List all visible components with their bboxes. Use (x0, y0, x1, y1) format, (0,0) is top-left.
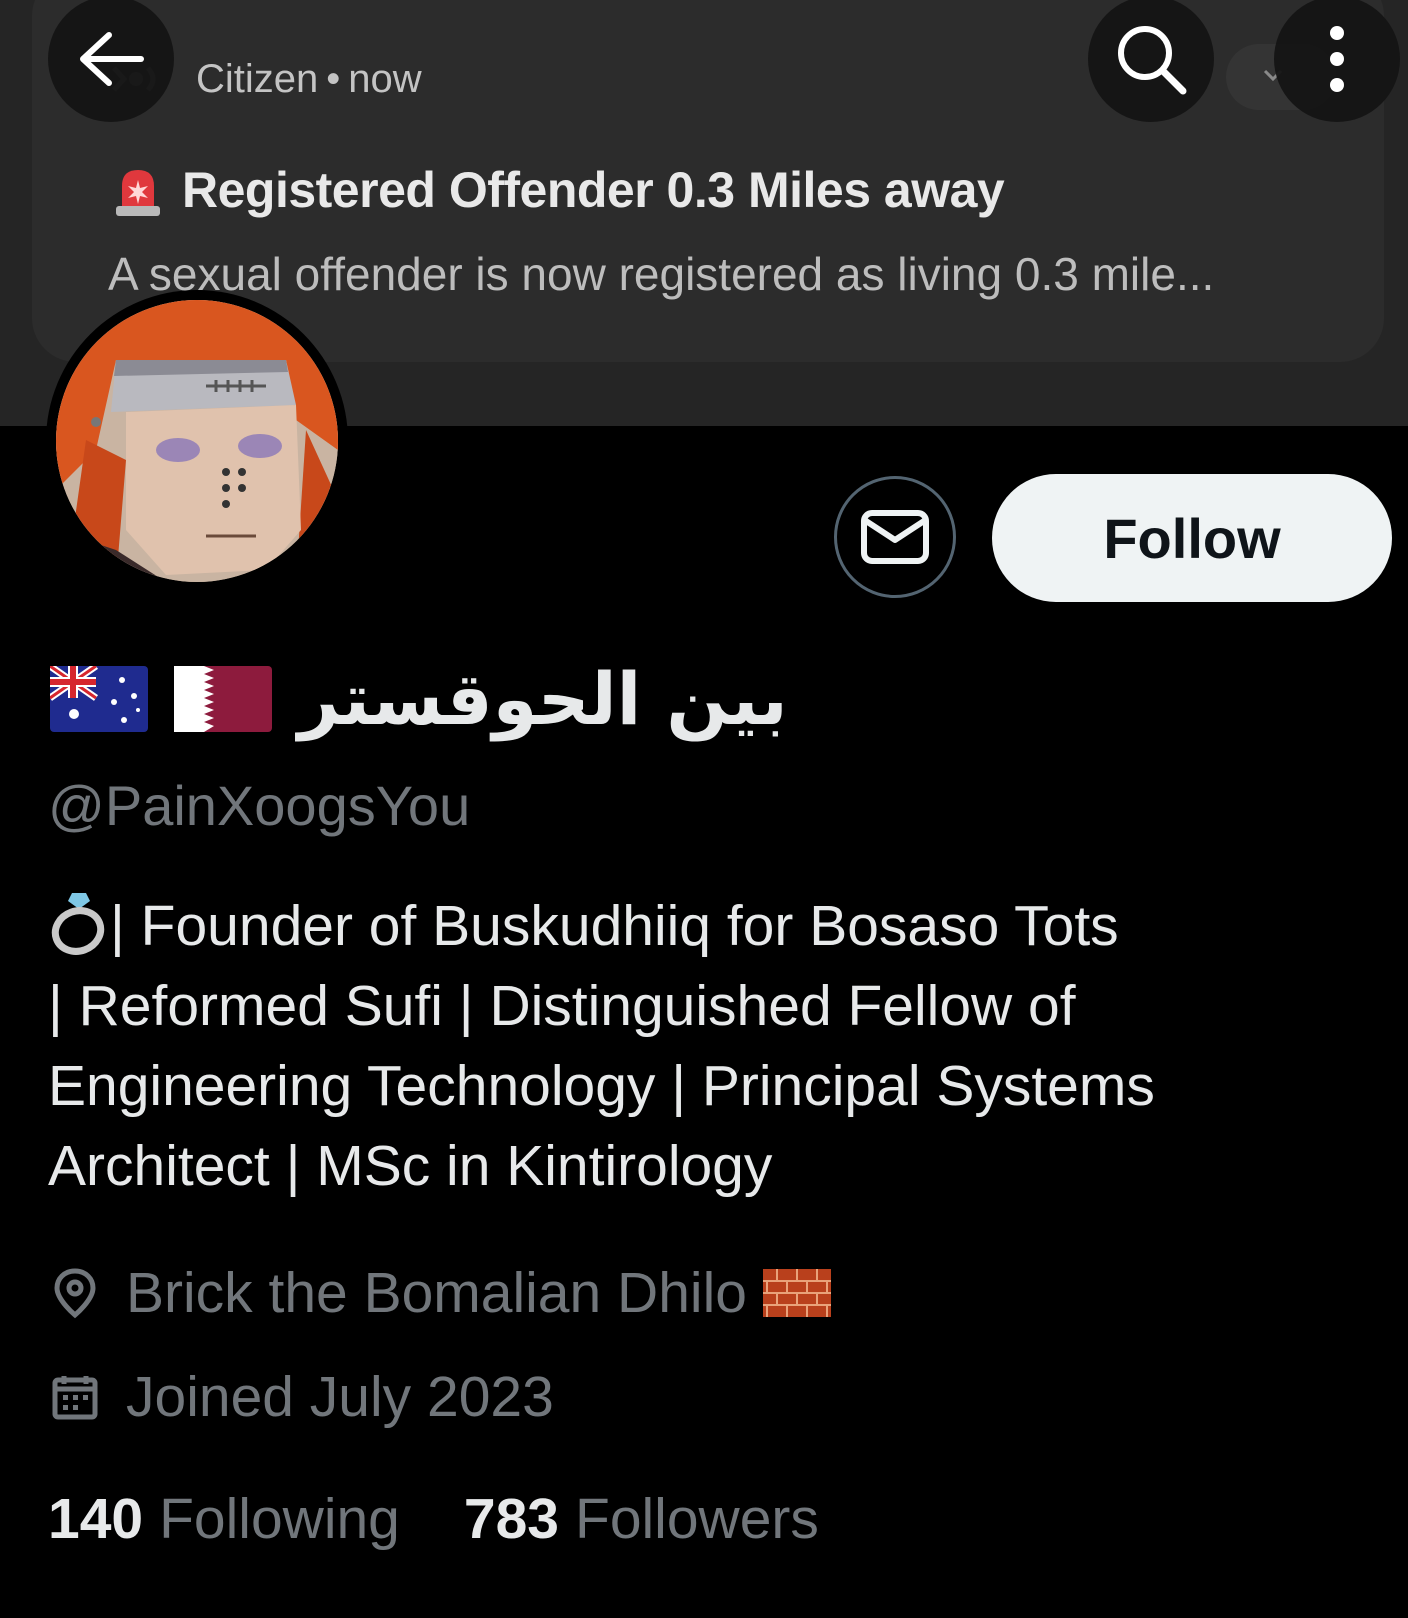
notification-body: A sexual offender is now registered as l… (108, 248, 1215, 300)
bio-line-4: Architect | MSc in Kintirology (48, 1134, 773, 1198)
notification-separator: • (326, 57, 341, 101)
more-options-button[interactable] (1274, 0, 1400, 122)
ring-icon (51, 893, 105, 955)
profile-joined-date: Joined July 2023 (52, 1362, 554, 1432)
avatar-image (56, 300, 338, 582)
envelope-icon (861, 510, 929, 564)
profile-location: Brick the Bomalian Dhilo (52, 1258, 831, 1328)
following-count: 140 (48, 1487, 144, 1551)
search-button[interactable] (1088, 0, 1214, 122)
notification-title-row: Registered Offender 0.3 Miles away (112, 160, 1005, 220)
following-link[interactable]: 140 Following (48, 1484, 400, 1554)
following-label: Following (159, 1487, 400, 1551)
back-button[interactable] (48, 0, 174, 122)
calendar-icon (52, 1376, 98, 1420)
search-icon (1118, 26, 1187, 95)
qatar-flag (174, 666, 272, 732)
display-name-row: بين الحوقستر (50, 644, 788, 754)
siren-icon (116, 170, 160, 216)
follow-button[interactable]: Follow (992, 474, 1392, 602)
followers-count: 783 (463, 1487, 559, 1551)
notification-source: Citizen • now (196, 54, 422, 104)
location-pin-icon (54, 1268, 96, 1319)
avatar[interactable] (56, 300, 338, 582)
followers-link[interactable]: 783 Followers (464, 1484, 819, 1554)
profile-stats: 140 Following 783 Followers (48, 1484, 819, 1554)
avatar-container[interactable] (46, 290, 348, 592)
notification-time: now (348, 57, 422, 101)
followers-label: Followers (575, 1487, 819, 1551)
notification-title: Registered Offender 0.3 Miles away (182, 162, 1005, 218)
profile-bio: | Founder of Buskudhiiq for Bosaso Tots … (48, 886, 1348, 1206)
notification-app-name: Citizen (196, 57, 319, 101)
user-handle: @PainXoogsYou (48, 774, 471, 837)
brick-icon (762, 1269, 831, 1317)
australia-flag (50, 666, 148, 732)
more-vertical-icon (1330, 26, 1344, 92)
bio-line-3: Engineering Technology | Principal Syste… (48, 1054, 1155, 1118)
bio-line-2: | Reformed Sufi | Distinguished Fellow o… (48, 974, 1076, 1038)
joined-text: Joined July 2023 (126, 1365, 554, 1429)
display-name: بين الحوقستر (298, 657, 788, 741)
message-button[interactable] (834, 476, 956, 598)
bio-line-1: | Founder of Buskudhiiq for Bosaso Tots (110, 894, 1119, 958)
location-text: Brick the Bomalian Dhilo (126, 1261, 747, 1325)
arrow-left-icon (80, 32, 144, 86)
